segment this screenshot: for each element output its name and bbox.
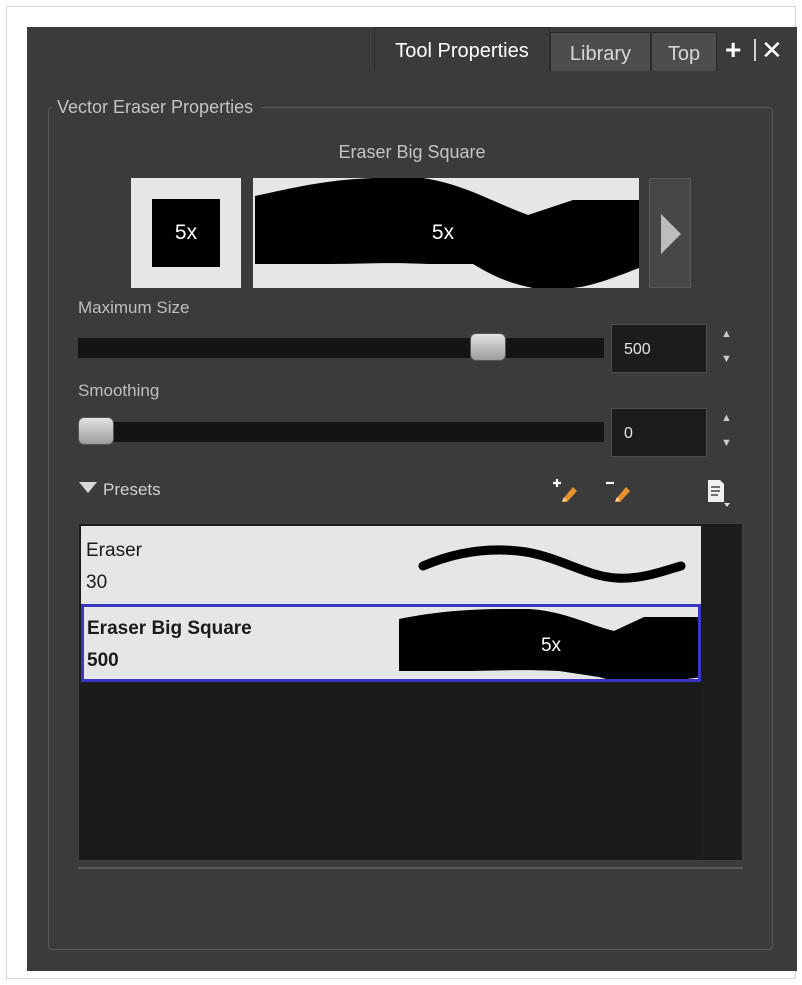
tip-shape-square: 5x <box>152 199 220 267</box>
preset-size: 500 <box>87 650 119 671</box>
tab-bar-separator <box>754 39 756 61</box>
plus-icon[interactable]: + <box>725 36 741 64</box>
triangle-right-icon <box>661 214 681 254</box>
preset-name: Eraser <box>86 540 142 561</box>
smoothing-slider[interactable] <box>78 422 604 442</box>
smoothing-decrement-icon[interactable]: ▼ <box>721 438 732 449</box>
maximum-size-label: Maximum Size <box>78 298 190 317</box>
maximum-size-decrement-icon[interactable]: ▼ <box>721 354 732 365</box>
preset-preview-label: 5x <box>541 635 562 656</box>
tab-top[interactable]: Top <box>651 32 717 71</box>
preset-item-eraser[interactable]: Eraser 30 <box>81 526 701 604</box>
smoothing-increment-icon[interactable]: ▲ <box>721 413 732 424</box>
delete-preset-icon[interactable] <box>605 476 633 504</box>
presets-list[interactable]: Eraser 30 Eraser Big Square 500 5x <box>78 523 743 861</box>
close-icon[interactable]: ✕ <box>761 36 783 64</box>
preset-size: 30 <box>86 572 108 593</box>
preset-item-eraser-big-square[interactable]: Eraser Big Square 500 5x <box>81 604 701 682</box>
tab-library[interactable]: Library <box>550 32 651 71</box>
smoothing-field[interactable]: 0 <box>611 408 707 457</box>
presets-toggle[interactable]: Presets <box>79 479 161 501</box>
preset-stroke-preview <box>418 545 686 583</box>
brush-menu-arrow-button[interactable] <box>649 178 691 288</box>
smoothing-slider-handle[interactable] <box>78 417 114 445</box>
maximum-size-field[interactable]: 500 <box>611 324 707 373</box>
brush-name: Eraser Big Square <box>338 142 486 162</box>
divider <box>78 867 743 869</box>
maximum-size-slider-handle[interactable] <box>470 333 506 361</box>
preset-stroke-preview: 5x <box>399 609 698 679</box>
group-title: Vector Eraser Properties <box>52 95 262 119</box>
maximum-size-increment-icon[interactable]: ▲ <box>721 329 732 340</box>
stroke-preview-label: 5x <box>431 221 455 244</box>
presets-label: Presets <box>103 480 161 499</box>
stroke-preview[interactable]: 5x <box>253 178 639 288</box>
triangle-down-icon <box>79 482 97 493</box>
presets-scrollbar[interactable] <box>702 524 742 860</box>
maximum-size-slider[interactable] <box>78 338 604 358</box>
tab-tool-properties[interactable]: Tool Properties <box>374 27 550 71</box>
new-preset-icon[interactable] <box>552 476 580 504</box>
preset-name: Eraser Big Square <box>87 618 252 639</box>
tip-preview[interactable]: 5x <box>131 178 241 288</box>
preset-menu-icon[interactable] <box>705 478 733 508</box>
smoothing-label: Smoothing <box>78 381 160 400</box>
tool-properties-panel: Tool Properties Library Top + ✕ Vector E… <box>27 27 797 971</box>
